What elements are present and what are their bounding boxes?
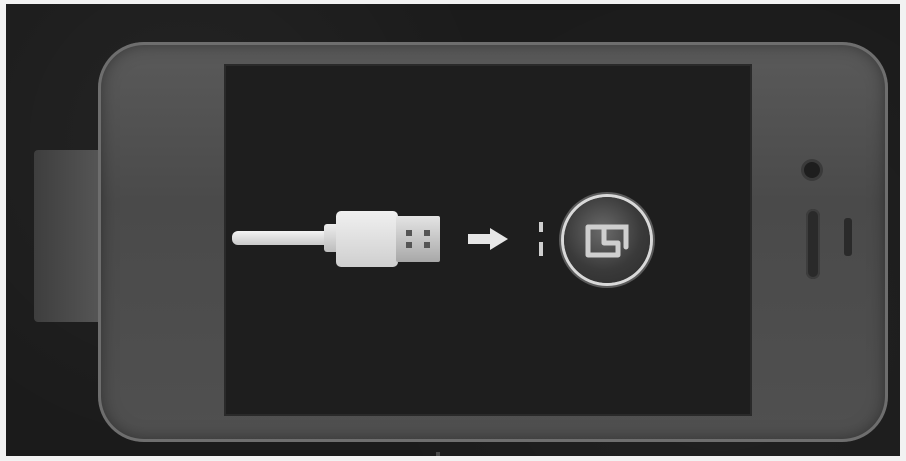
photo-frame [6, 4, 900, 456]
usb-cable-wire [232, 231, 336, 245]
note-glyph-icon [539, 222, 543, 256]
front-camera [804, 162, 820, 178]
earpiece-speaker [806, 209, 820, 279]
itunes-icon [564, 197, 650, 283]
usb-pin-hole [424, 242, 430, 248]
usb-pin-hole [406, 242, 412, 248]
usb-pin-hole [406, 230, 412, 236]
music-note-icon [585, 224, 629, 258]
side-button [34, 150, 104, 322]
usb-connector-plug [396, 216, 440, 262]
arrow-right-icon [468, 228, 508, 250]
dust-speck [436, 452, 440, 456]
usb-connector-head [336, 211, 398, 267]
proximity-sensor [844, 218, 852, 256]
usb-pin-hole [424, 230, 430, 236]
